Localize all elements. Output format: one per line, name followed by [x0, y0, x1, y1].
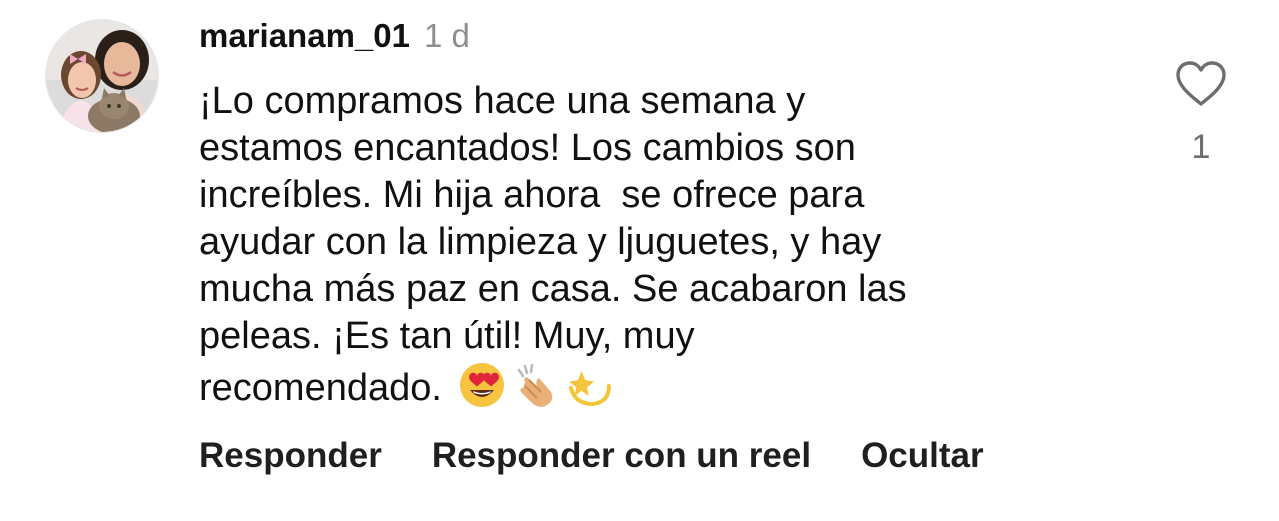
- comment-header: marianam_01 1 d: [199, 14, 470, 65]
- dizzy-star-emoji-icon: [565, 360, 615, 422]
- comment-line: increíbles. Mi hija ahora se ofrece para: [199, 174, 865, 216]
- like-button[interactable]: [1174, 60, 1228, 113]
- reply-button[interactable]: Responder: [199, 432, 382, 480]
- timestamp: 1 d: [423, 17, 470, 54]
- comment-line: estamos encantados! Los cambios son: [199, 127, 856, 169]
- comment-line: peleas. ¡Es tan útil! Muy, muy: [199, 315, 695, 357]
- username-link[interactable]: marianam_01: [199, 17, 410, 54]
- comment-item: marianam_01 1 d ¡Lo compramos hace una se…: [0, 0, 1279, 521]
- clapping-hands-emoji-icon: [511, 360, 561, 422]
- avatar[interactable]: [45, 19, 159, 133]
- comment-text: ¡Lo compramos hace una semana y estamos …: [199, 78, 1099, 422]
- comment-line: mucha más paz en casa. Se acabaron las: [199, 268, 907, 310]
- heart-icon: [1176, 61, 1226, 106]
- comment-line: ayudar con la limpieza y ljuguetes, y ha…: [199, 221, 882, 263]
- hide-button[interactable]: Ocultar: [861, 432, 984, 480]
- comment-line: ¡Lo compramos hace una semana y: [199, 80, 806, 122]
- like-count: 1: [1191, 128, 1211, 166]
- reply-with-reel-button[interactable]: Responder con un reel: [432, 432, 811, 480]
- comment-last-line: recomendado.: [199, 360, 1099, 422]
- heart-eyes-emoji-icon: [457, 360, 507, 422]
- comment-line: recomendado.: [199, 367, 442, 409]
- comment-actions: Responder Responder con un reel Ocultar: [199, 432, 984, 480]
- avatar-photo: [46, 20, 158, 132]
